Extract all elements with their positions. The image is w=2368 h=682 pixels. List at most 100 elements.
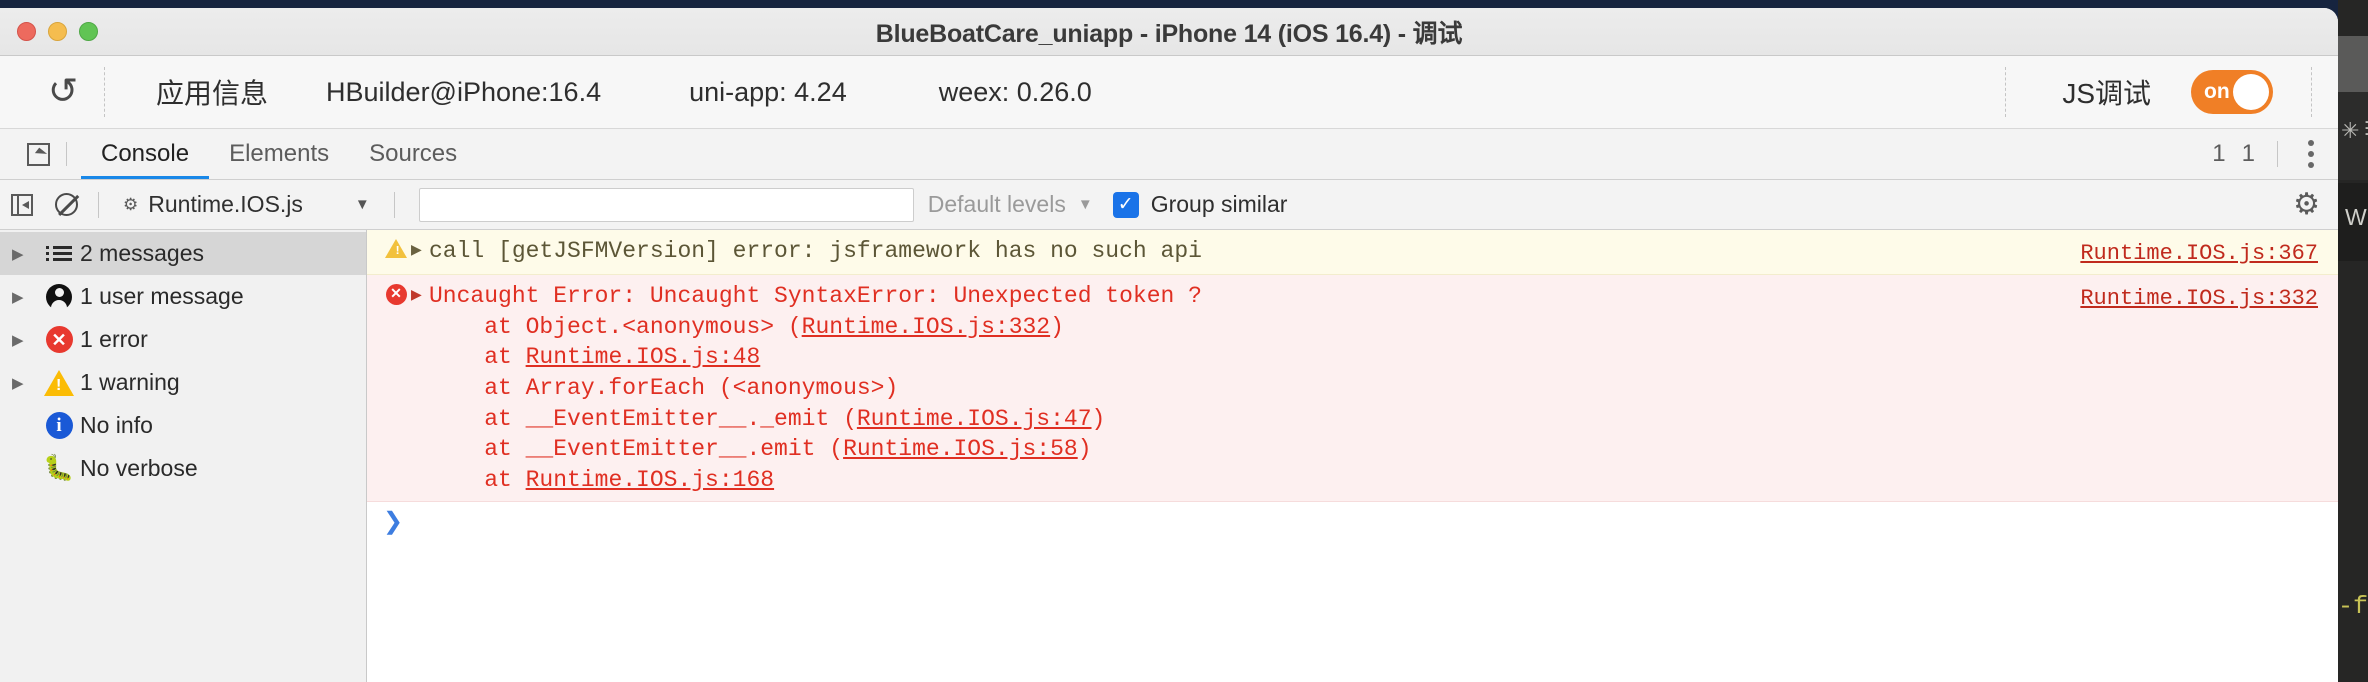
window-title: BlueBoatCare_uniapp - iPhone 14 (iOS 16.… (875, 19, 1463, 48)
divider (2311, 67, 2312, 117)
sidebar-item-messages[interactable]: ▶ 2 messages (0, 232, 366, 275)
console-warning-message[interactable]: ▶ call [getJSFMVersion] error: jsframewo… (367, 230, 2338, 276)
console-filter-input[interactable] (418, 187, 914, 222)
expand-arrow-icon[interactable]: ▶ (12, 245, 38, 263)
log-levels-dropdown[interactable]: Default levels ▼ (928, 191, 1093, 218)
error-icon: ✕ (38, 326, 80, 353)
console-sidebar: ▶ 2 messages ▶ 1 user message ▶ ✕ 1 erro… (0, 230, 367, 682)
divider (104, 67, 105, 117)
prompt-caret-icon: ❯ (383, 510, 404, 538)
console-body: ▶ 2 messages ▶ 1 user message ▶ ✕ 1 erro… (0, 230, 2338, 682)
toggle-state-label: on (2204, 80, 2230, 103)
stack-frame: at __EventEmitter__._emit (Runtime.IOS.j… (429, 405, 1106, 432)
stack-frame-link[interactable]: Runtime.IOS.js:168 (526, 467, 774, 493)
console-error-message[interactable]: ✕ ▶ Uncaught Error: Uncaught SyntaxError… (367, 275, 2338, 503)
tab-elements[interactable]: Elements (209, 129, 349, 179)
divider (393, 191, 395, 218)
asterisk-icon: ✳ (2341, 118, 2360, 143)
stack-frame: at Array.forEach (<anonymous>) (429, 374, 899, 401)
tab-label: Sources (369, 140, 458, 167)
sidebar-item-label: 1 warning (80, 369, 180, 395)
uniapp-version: uni-app: 4.24 (689, 76, 847, 107)
error-count[interactable]: 1 (2212, 140, 2225, 168)
sidebar-item-label: 1 user message (80, 283, 244, 309)
console-sidebar-toggle-button[interactable] (0, 193, 44, 216)
sidebar-item-errors[interactable]: ▶ ✕ 1 error (0, 318, 366, 361)
hamburger-menu-icon[interactable]: ☰ (2364, 120, 2368, 139)
tab-console[interactable]: Console (81, 129, 210, 179)
background-editor-window[interactable] (2338, 0, 2368, 682)
warning-count[interactable]: 1 (2242, 140, 2255, 168)
screen: ✳ ☰ W -f: BlueBoatCare_uniapp - iPhone 1… (0, 0, 2368, 682)
js-debug-label: JS调试 (2062, 78, 2151, 109)
tab-sources[interactable]: Sources (349, 129, 477, 179)
tab-label: Console (101, 140, 190, 167)
divider (2005, 67, 2007, 117)
devtools-window: BlueBoatCare_uniapp - iPhone 14 (iOS 16.… (0, 8, 2338, 682)
background-editor-titlebar (2338, 36, 2368, 92)
sidebar-item-verbose[interactable]: ▶ 🐛 No verbose (0, 447, 366, 490)
chevron-down-icon: ▼ (1077, 196, 1093, 213)
divider (66, 142, 67, 166)
tabbar-right-group: 1 1 (2196, 129, 2338, 179)
settings-gear-icon[interactable]: ⚙ (2293, 187, 2320, 222)
list-icon (38, 246, 80, 261)
kebab-menu-icon[interactable] (2300, 134, 2322, 174)
expand-arrow-icon[interactable]: ▶ (12, 288, 38, 306)
stack-frame-link[interactable]: Runtime.IOS.js:48 (526, 344, 761, 370)
sidebar-item-user-messages[interactable]: ▶ 1 user message (0, 275, 366, 318)
stack-frame: at __EventEmitter__.emit (Runtime.IOS.js… (429, 436, 1092, 463)
bug-icon: 🐛 (43, 454, 75, 482)
app-info-toolbar: ↻ 应用信息 HBuilder@iPhone:16.4 uni-app: 4.2… (0, 56, 2338, 129)
sidebar-item-label: No verbose (80, 455, 198, 481)
expand-arrow-icon[interactable]: ▶ (12, 374, 38, 392)
chevron-down-icon: ▼ (354, 196, 370, 213)
stack-frame-link[interactable]: Runtime.IOS.js:47 (857, 406, 1092, 432)
stack-frame-link[interactable]: Runtime.IOS.js:58 (843, 436, 1078, 462)
sidebar-item-label: 1 error (80, 326, 148, 352)
context-label: Runtime.IOS.js (148, 191, 303, 217)
warning-icon (38, 369, 80, 396)
expand-arrow-icon[interactable]: ▶ (411, 236, 429, 261)
zoom-button[interactable] (79, 22, 98, 41)
stack-frame-link[interactable]: Runtime.IOS.js:332 (802, 314, 1050, 340)
log-levels-label: Default levels (927, 191, 1066, 217)
message-text: Uncaught Error: Uncaught SyntaxError: Un… (429, 283, 1202, 310)
group-similar-checkbox[interactable]: ✓ (1112, 191, 1139, 218)
console-prompt[interactable]: ❯ (367, 502, 2338, 682)
group-similar-control[interactable]: ✓ Group similar (1112, 191, 1288, 218)
show-console-sidebar-icon (11, 193, 33, 216)
user-icon (38, 283, 80, 311)
gear-icon: ⚙ (123, 194, 139, 214)
divider (2277, 141, 2278, 167)
close-button[interactable] (17, 22, 36, 41)
message-source-link[interactable]: Runtime.IOS.js:367 (2060, 236, 2338, 268)
expand-arrow-icon[interactable]: ▶ (12, 331, 38, 349)
divider (98, 191, 99, 218)
reload-button[interactable]: ↻ (28, 71, 98, 112)
stack-frame: at Object.<anonymous> (Runtime.IOS.js:33… (429, 313, 1064, 340)
console-message-list: ▶ call [getJSFMVersion] error: jsframewo… (367, 230, 2338, 682)
reload-icon: ↻ (47, 71, 79, 112)
stack-frame: at Runtime.IOS.js:48 (429, 344, 761, 371)
app-info-label: 应用信息 (156, 78, 269, 109)
inspect-element-button[interactable] (10, 129, 66, 179)
sidebar-item-info[interactable]: ▶ i No info (0, 404, 366, 447)
warning-icon (381, 236, 411, 258)
minimize-button[interactable] (48, 22, 67, 41)
message-source-link[interactable]: Runtime.IOS.js:332 (2060, 281, 2338, 313)
sidebar-item-warnings[interactable]: ▶ 1 warning (0, 361, 366, 404)
console-filter-toolbar: ⚙ Runtime.IOS.js ▼ Default levels ▼ ✓ Gr… (0, 180, 2338, 230)
inspect-element-icon (26, 142, 50, 166)
window-titlebar: BlueBoatCare_uniapp - iPhone 14 (iOS 16.… (0, 8, 2338, 56)
info-icon: i (38, 412, 80, 439)
traffic-lights (17, 22, 98, 41)
background-editor-tab-label[interactable]: W (2345, 204, 2367, 231)
group-similar-label: Group similar (1150, 191, 1288, 217)
expand-arrow-icon[interactable]: ▶ (411, 281, 429, 306)
sidebar-item-label: No info (80, 412, 153, 438)
js-debug-toggle[interactable]: on (2191, 70, 2273, 114)
javascript-context-selector[interactable]: ⚙ Runtime.IOS.js ▼ (109, 191, 384, 218)
clear-console-button[interactable] (44, 193, 88, 216)
stack-frame: at Runtime.IOS.js:168 (429, 466, 775, 493)
